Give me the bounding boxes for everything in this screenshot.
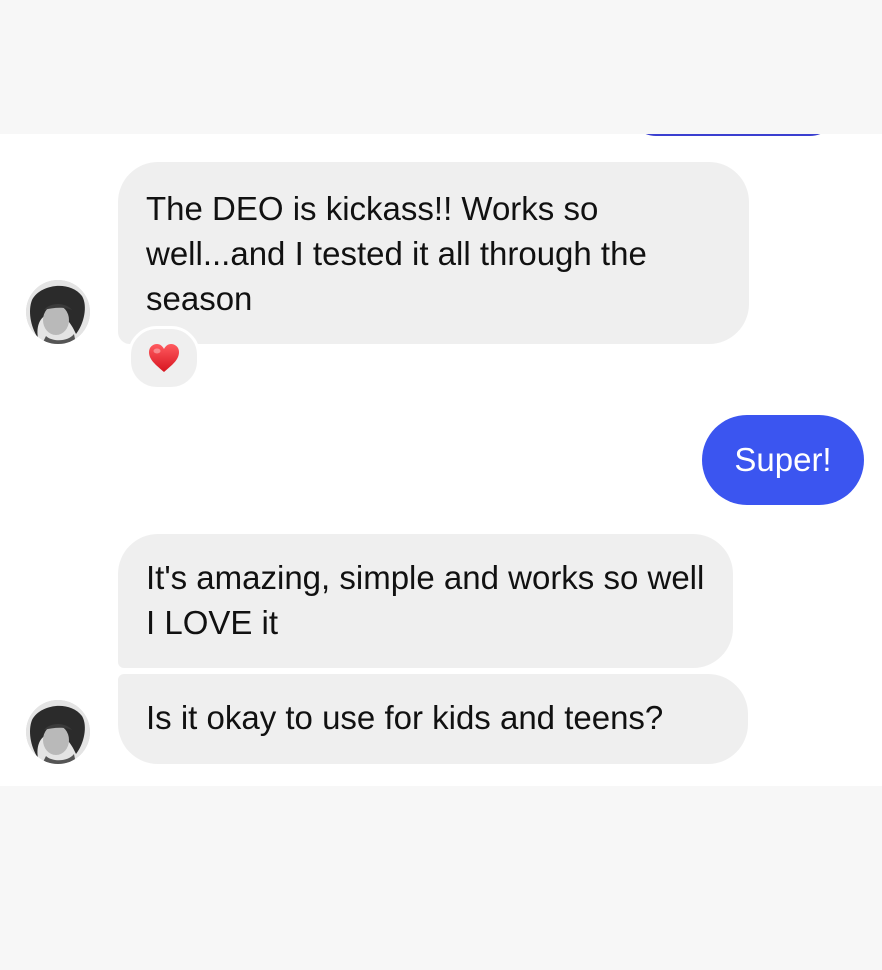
avatar-photo bbox=[26, 700, 90, 764]
bottom-blank-area bbox=[0, 786, 882, 970]
chat-thread[interactable]: The DEO is kickass!! Works so well...and… bbox=[0, 134, 882, 786]
message-text: The DEO is kickass!! Works so well...and… bbox=[146, 190, 647, 317]
contact-avatar[interactable] bbox=[26, 280, 90, 344]
incoming-message-bubble[interactable]: It's amazing, simple and works so well I… bbox=[118, 534, 733, 668]
avatar-photo bbox=[26, 280, 90, 344]
message-text: Super! bbox=[734, 441, 832, 478]
top-blank-area bbox=[0, 0, 882, 134]
outgoing-message-bubble[interactable]: Super! bbox=[702, 415, 864, 505]
heart-reaction[interactable] bbox=[128, 326, 200, 390]
message-text: It's amazing, simple and works so well I… bbox=[146, 559, 705, 641]
incoming-message-bubble[interactable]: The DEO is kickass!! Works so well...and… bbox=[118, 162, 749, 344]
incoming-message-bubble[interactable]: Is it okay to use for kids and teens? bbox=[118, 674, 748, 764]
heart-icon bbox=[149, 344, 179, 372]
contact-avatar[interactable] bbox=[26, 700, 90, 764]
message-text: Is it okay to use for kids and teens? bbox=[146, 699, 664, 736]
previous-outgoing-bubble-edge bbox=[628, 134, 838, 136]
